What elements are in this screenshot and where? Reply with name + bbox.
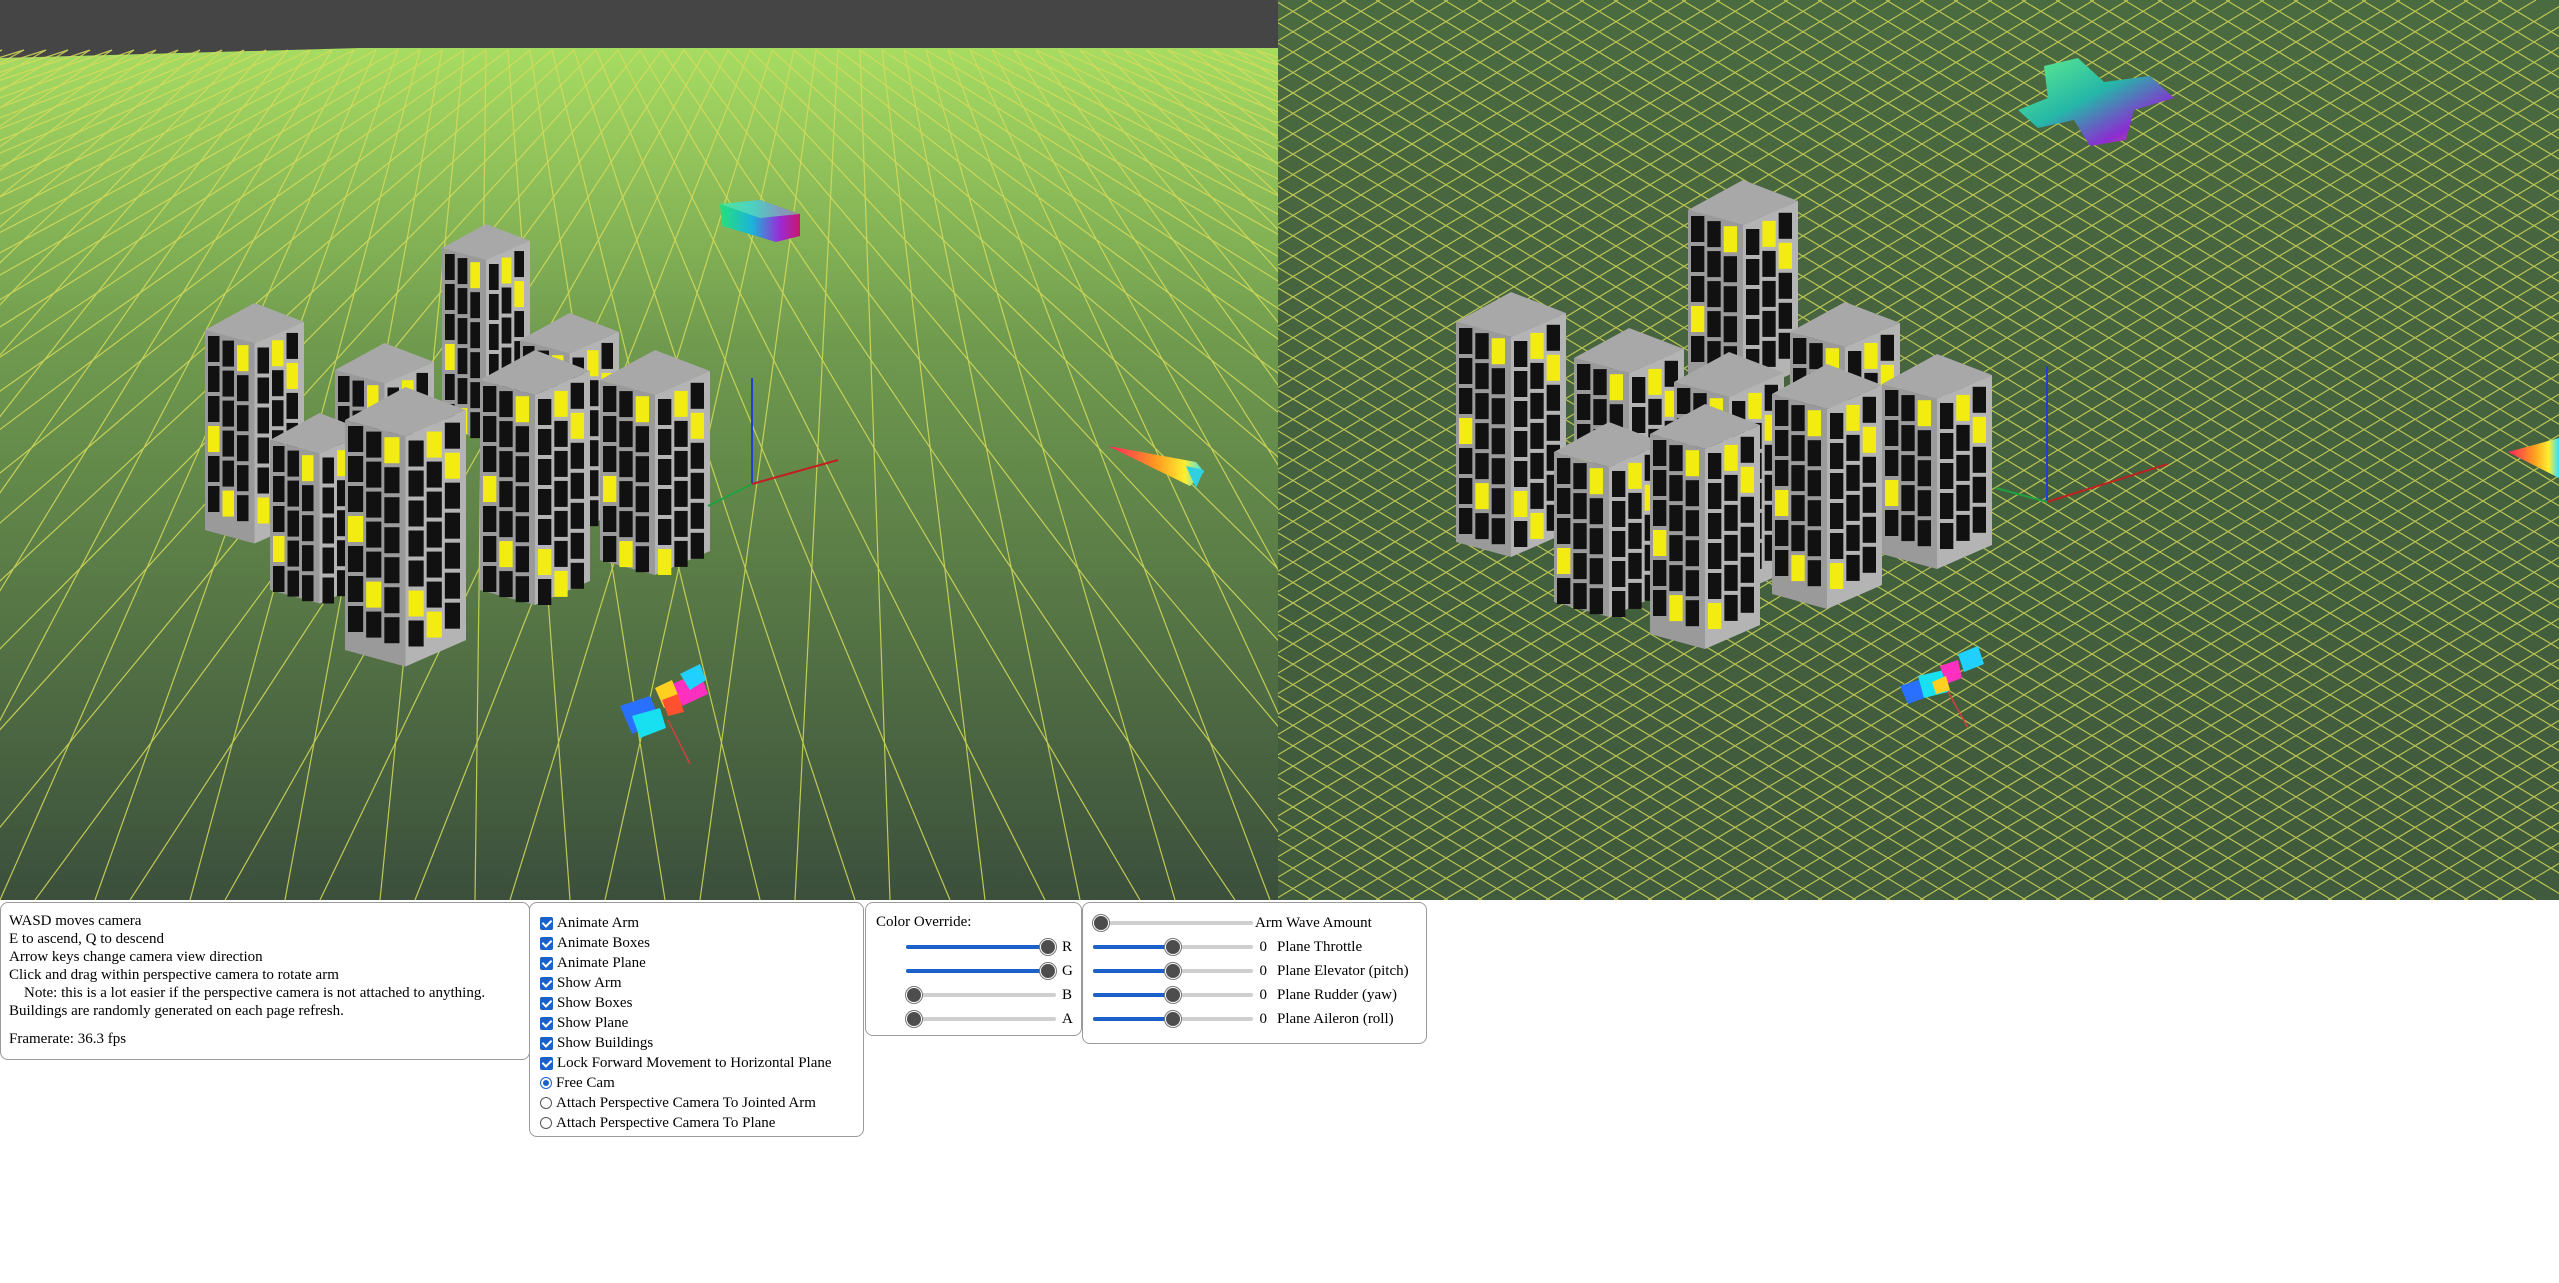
color-g-slider[interactable] xyxy=(906,963,1056,979)
building xyxy=(1772,364,1882,609)
checkbox-checked-icon[interactable] xyxy=(540,1036,553,1050)
building xyxy=(1882,354,1992,569)
help-line: Note: this is a lot easier if the perspe… xyxy=(9,985,486,1001)
color-r-label: R xyxy=(1062,939,1073,955)
help-line: Click and drag within perspective camera… xyxy=(9,967,339,983)
building xyxy=(1456,292,1566,557)
checkbox-checked-icon[interactable] xyxy=(540,996,553,1010)
color-b-label: B xyxy=(1062,987,1073,1003)
checkbox-label: Show Plane xyxy=(557,1015,629,1031)
slider-thumb[interactable] xyxy=(1040,939,1056,955)
plane-aileron-row: 0 Plane Aileron (roll) xyxy=(1093,1007,1416,1031)
radio-label: Free Cam xyxy=(556,1075,615,1091)
plane-elevator-label: Plane Elevator (pitch) xyxy=(1277,963,1409,979)
plane-throttle-label: Plane Throttle xyxy=(1277,939,1363,955)
arm-wave-row: Arm Wave Amount xyxy=(1093,911,1416,935)
building xyxy=(1650,404,1760,649)
plane-elevator-row: 0 Plane Elevator (pitch) xyxy=(1093,959,1416,983)
lock-forward-movement-checkbox[interactable]: Lock Forward Movement to Horizontal Plan… xyxy=(540,1053,853,1073)
help-line: Buildings are randomly generated on each… xyxy=(9,1003,344,1019)
color-g-label: G xyxy=(1062,963,1073,979)
slider-thumb[interactable] xyxy=(1165,939,1181,955)
color-b-row: B xyxy=(876,983,1073,1007)
checkbox-label: Show Buildings xyxy=(557,1035,654,1051)
plane-rudder-label: Plane Rudder (yaw) xyxy=(1277,987,1397,1003)
radio-label: Attach Perspective Camera To Jointed Arm xyxy=(556,1095,816,1111)
plane-throttle-value: 0 xyxy=(1259,939,1268,955)
attach-camera-arm-radio[interactable]: Attach Perspective Camera To Jointed Arm xyxy=(540,1093,853,1113)
animate-plane-checkbox[interactable]: Animate Plane xyxy=(540,953,853,973)
help-line: E to ascend, Q to descend xyxy=(9,931,164,947)
color-override-title: Color Override: xyxy=(876,914,972,930)
checkbox-label: Show Boxes xyxy=(557,995,633,1011)
color-a-label: A xyxy=(1062,1011,1073,1027)
perspective-viewport[interactable] xyxy=(0,0,1278,900)
animate-boxes-checkbox[interactable]: Animate Boxes xyxy=(540,933,853,953)
help-line: Arrow keys change camera view direction xyxy=(9,949,263,965)
orthographic-viewport[interactable] xyxy=(1278,0,2559,900)
checkbox-checked-icon[interactable] xyxy=(540,936,553,950)
building xyxy=(1554,422,1664,617)
color-a-row: A xyxy=(876,1007,1073,1031)
slider-thumb[interactable] xyxy=(1040,963,1056,979)
checkbox-checked-icon[interactable] xyxy=(540,976,553,990)
framerate-readout: Framerate: 36.3 fps xyxy=(9,1031,127,1047)
plane-rudder-row: 0 Plane Rudder (yaw) xyxy=(1093,983,1416,1007)
building xyxy=(480,350,590,605)
show-plane-checkbox[interactable]: Show Plane xyxy=(540,1013,853,1033)
color-r-slider[interactable] xyxy=(906,939,1056,955)
checkbox-label: Animate Plane xyxy=(557,955,646,971)
plane-aileron-slider[interactable] xyxy=(1093,1011,1253,1027)
color-override-panel: Color Override: R G B A xyxy=(865,902,1082,1036)
slider-thumb[interactable] xyxy=(1165,963,1181,979)
checkbox-label: Animate Arm xyxy=(557,915,640,931)
attach-camera-plane-radio[interactable]: Attach Perspective Camera To Plane xyxy=(540,1113,853,1133)
checkbox-checked-icon[interactable] xyxy=(540,1016,553,1030)
radio-selected-icon[interactable] xyxy=(540,1077,552,1089)
slider-thumb[interactable] xyxy=(1165,987,1181,1003)
plane-throttle-row: 0 Plane Throttle xyxy=(1093,935,1416,959)
animate-arm-checkbox[interactable]: Animate Arm xyxy=(540,913,853,933)
checkbox-label: Show Arm xyxy=(557,975,622,991)
free-cam-radio[interactable]: Free Cam xyxy=(540,1073,853,1093)
arm-wave-slider[interactable] xyxy=(1093,915,1253,931)
plane-aileron-label: Plane Aileron (roll) xyxy=(1277,1011,1394,1027)
show-buildings-checkbox[interactable]: Show Buildings xyxy=(540,1033,853,1053)
slider-thumb[interactable] xyxy=(1093,915,1109,931)
slider-thumb[interactable] xyxy=(906,1011,922,1027)
radio-label: Attach Perspective Camera To Plane xyxy=(556,1115,776,1131)
show-boxes-checkbox[interactable]: Show Boxes xyxy=(540,993,853,1013)
building xyxy=(345,387,466,667)
help-panel: WASD moves camera E to ascend, Q to desc… xyxy=(0,902,530,1060)
plane-throttle-slider[interactable] xyxy=(1093,939,1253,955)
arm-wave-label: Arm Wave Amount xyxy=(1255,915,1372,931)
color-b-slider[interactable] xyxy=(906,987,1056,1003)
slider-thumb[interactable] xyxy=(1165,1011,1181,1027)
checkbox-checked-icon[interactable] xyxy=(540,916,553,930)
show-arm-checkbox[interactable]: Show Arm xyxy=(540,973,853,993)
radio-icon[interactable] xyxy=(540,1117,552,1129)
checkbox-checked-icon[interactable] xyxy=(540,956,553,970)
plane-elevator-slider[interactable] xyxy=(1093,963,1253,979)
toggles-panel: Animate Arm Animate Boxes Animate Plane … xyxy=(529,902,864,1137)
checkbox-label: Animate Boxes xyxy=(557,935,650,951)
plane-rudder-slider[interactable] xyxy=(1093,987,1253,1003)
checkbox-label: Lock Forward Movement to Horizontal Plan… xyxy=(557,1055,832,1071)
plane-elevator-value: 0 xyxy=(1259,963,1268,979)
color-a-slider[interactable] xyxy=(906,1011,1056,1027)
plane-aileron-value: 0 xyxy=(1259,1011,1268,1027)
plane-rudder-value: 0 xyxy=(1259,987,1268,1003)
help-line: WASD moves camera xyxy=(9,913,142,929)
color-r-row: R xyxy=(876,935,1073,959)
checkbox-checked-icon[interactable] xyxy=(540,1056,553,1070)
color-g-row: G xyxy=(876,959,1073,983)
radio-icon[interactable] xyxy=(540,1097,552,1109)
plane-controls-panel: Arm Wave Amount 0 Plane Throttle 0 Plane… xyxy=(1082,902,1427,1044)
building xyxy=(600,350,710,575)
slider-thumb[interactable] xyxy=(906,987,922,1003)
